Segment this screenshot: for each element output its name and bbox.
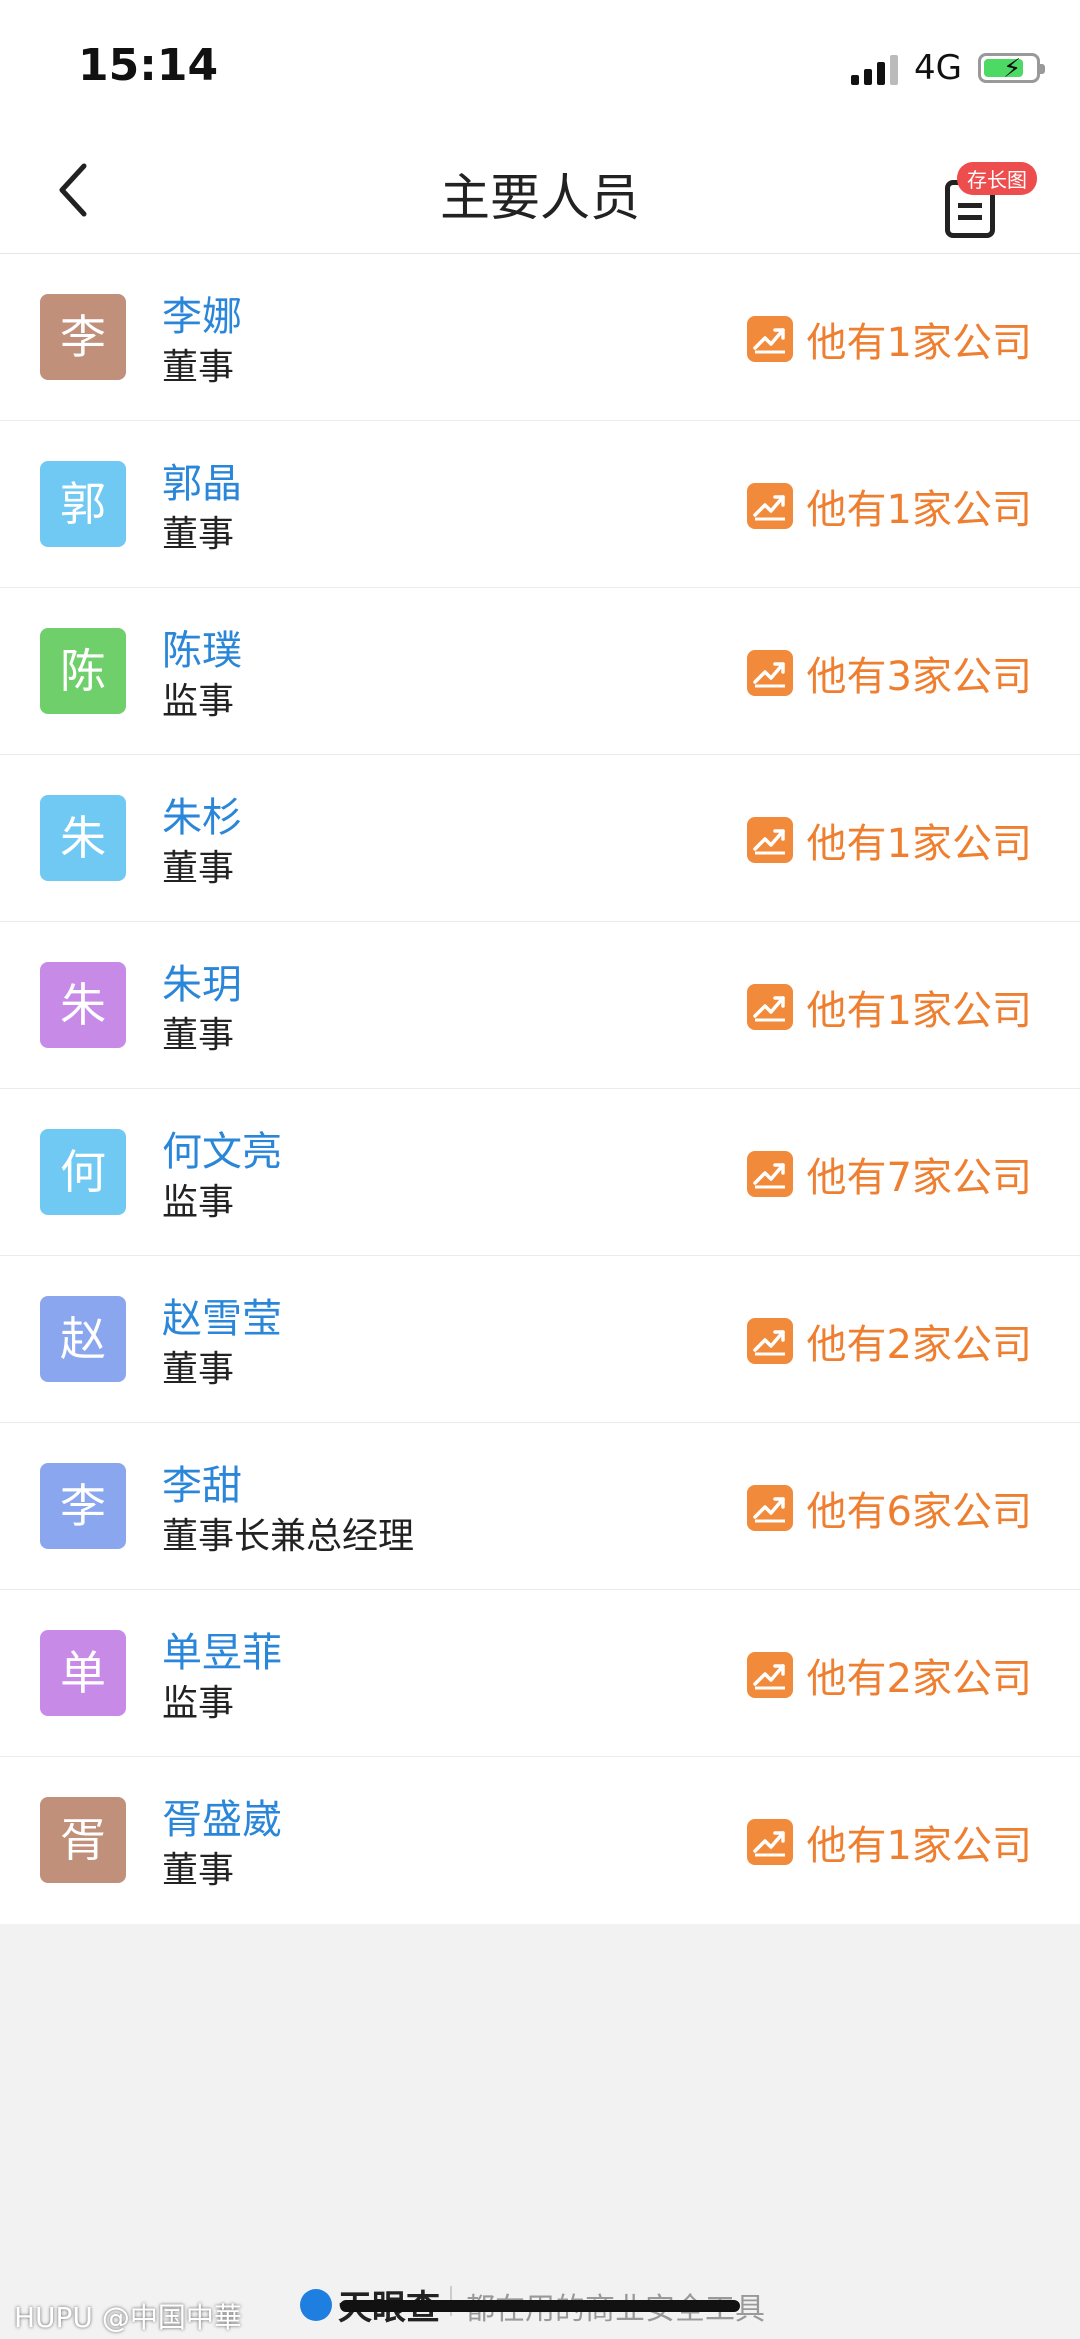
save-long-image-badge: 存长图 [957, 162, 1037, 195]
person-row[interactable]: 何何文亮监事 他有7家公司 [0, 1089, 1080, 1256]
trend-chart-icon [746, 1819, 793, 1865]
trend-chart-icon [746, 1151, 793, 1197]
person-name[interactable]: 单昱菲 [162, 1620, 282, 1678]
related-companies-button[interactable]: 他有2家公司 [746, 1312, 1032, 1370]
avatar: 郭 [40, 461, 126, 547]
person-row[interactable]: 陈陈璞监事 他有3家公司 [0, 588, 1080, 755]
status-bar: 15:14 4G ⚡ [0, 0, 1080, 130]
person-name[interactable]: 赵雪莹 [162, 1286, 282, 1344]
avatar: 李 [40, 1463, 126, 1549]
signal-icon [851, 51, 899, 85]
trend-chart-icon [746, 1485, 793, 1531]
trend-chart-icon [746, 316, 793, 362]
trend-chart-icon [746, 650, 793, 696]
avatar: 胥 [40, 1797, 126, 1883]
companies-count: 他有2家公司 [806, 1656, 1032, 1702]
person-name[interactable]: 朱玥 [162, 952, 242, 1010]
person-row[interactable]: 朱朱杉董事 他有1家公司 [0, 755, 1080, 922]
trend-chart-icon [746, 984, 793, 1030]
avatar: 朱 [40, 795, 126, 881]
trend-chart-icon [746, 817, 793, 863]
person-row[interactable]: 李李娜董事 他有1家公司 [0, 254, 1080, 421]
person-name[interactable]: 何文亮 [162, 1119, 282, 1177]
companies-count: 他有1家公司 [806, 821, 1032, 867]
person-role: 董事 [162, 1015, 235, 1056]
companies-count: 他有1家公司 [806, 988, 1032, 1034]
person-role: 董事 [162, 1850, 235, 1891]
companies-count: 他有6家公司 [806, 1489, 1032, 1535]
related-companies-button[interactable]: 他有7家公司 [746, 1145, 1032, 1203]
person-name[interactable]: 胥盛崴 [162, 1787, 282, 1845]
person-row[interactable]: 朱朱玥董事 他有1家公司 [0, 922, 1080, 1089]
avatar: 单 [40, 1630, 126, 1716]
battery-icon: ⚡ [978, 53, 1045, 84]
related-companies-button[interactable]: 他有1家公司 [746, 1813, 1032, 1871]
related-companies-button[interactable]: 他有1家公司 [746, 310, 1032, 368]
person-role: 董事 [162, 514, 235, 555]
watermark: HUPU @中国中華 [14, 2301, 242, 2334]
person-role: 董事长兼总经理 [162, 1516, 415, 1557]
avatar: 何 [40, 1129, 126, 1215]
person-role: 监事 [162, 681, 235, 722]
person-name[interactable]: 李甜 [162, 1453, 242, 1511]
avatar: 赵 [40, 1296, 126, 1382]
related-companies-button[interactable]: 他有6家公司 [746, 1479, 1032, 1537]
avatar: 陈 [40, 628, 126, 714]
person-row[interactable]: 单单昱菲监事 他有2家公司 [0, 1590, 1080, 1757]
avatar: 朱 [40, 962, 126, 1048]
status-time: 15:14 [78, 40, 219, 91]
related-companies-button[interactable]: 他有1家公司 [746, 811, 1032, 869]
companies-count: 他有7家公司 [806, 1155, 1032, 1201]
related-companies-button[interactable]: 他有1家公司 [746, 477, 1032, 535]
network-type: 4G [914, 48, 962, 88]
companies-count: 他有3家公司 [806, 654, 1032, 700]
person-role: 董事 [162, 1349, 235, 1390]
trend-chart-icon [746, 483, 793, 529]
person-row[interactable]: 郭郭晶董事 他有1家公司 [0, 421, 1080, 588]
companies-count: 他有1家公司 [806, 487, 1032, 533]
companies-count: 他有1家公司 [806, 1823, 1032, 1869]
person-name[interactable]: 李娜 [162, 284, 242, 342]
page-title: 主要人员 [440, 169, 640, 227]
nav-bar: 主要人员 存长图 [0, 130, 1080, 254]
trend-chart-icon [746, 1318, 793, 1364]
companies-count: 他有2家公司 [806, 1322, 1032, 1368]
save-long-image-button[interactable]: 存长图 [935, 150, 1037, 240]
person-role: 监事 [162, 1683, 235, 1724]
person-role: 监事 [162, 1182, 235, 1223]
related-companies-button[interactable]: 他有2家公司 [746, 1646, 1032, 1704]
person-name[interactable]: 陈璞 [162, 618, 242, 676]
person-row[interactable]: 李李甜董事长兼总经理 他有6家公司 [0, 1423, 1080, 1590]
home-indicator[interactable] [340, 2300, 740, 2312]
person-row[interactable]: 胥胥盛崴董事 他有1家公司 [0, 1757, 1080, 1924]
companies-count: 他有1家公司 [806, 320, 1032, 366]
people-list: 李李娜 董事 他有1家公司郭郭晶 董事 他有1家公司陈陈璞 监事 他有3家公司朱朱杉 董事 他有… [0, 254, 1080, 1924]
person-role: 董事 [162, 347, 235, 388]
related-companies-button[interactable]: 他有1家公司 [746, 978, 1032, 1036]
eye-logo-icon [300, 2288, 332, 2321]
person-name[interactable]: 郭晶 [162, 451, 242, 509]
trend-chart-icon [746, 1652, 793, 1698]
person-row[interactable]: 赵赵雪莹董事 他有2家公司 [0, 1256, 1080, 1423]
person-role: 董事 [162, 848, 235, 889]
person-name[interactable]: 朱杉 [162, 785, 242, 843]
status-indicators: 4G ⚡ [851, 48, 1045, 88]
related-companies-button[interactable]: 他有3家公司 [746, 644, 1032, 702]
avatar: 李 [40, 294, 126, 380]
